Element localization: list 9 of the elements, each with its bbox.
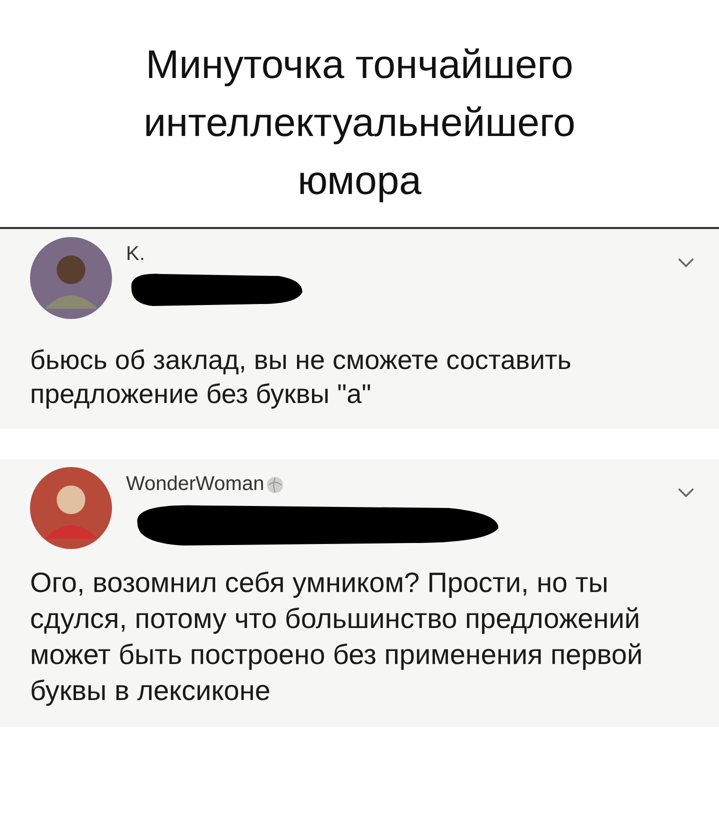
post-text: бьюсь об заклад, вы не сможете составить предложение без буквы "а": [30, 344, 572, 411]
chevron-down-icon[interactable]: [677, 487, 695, 498]
chevron-down-icon[interactable]: [677, 257, 695, 268]
caption-title: Минуточка тончайшего интеллектуальнейшего юмора: [142, 42, 576, 205]
avatar[interactable]: [30, 467, 112, 549]
avatar[interactable]: [30, 237, 112, 319]
author-name[interactable]: WonderWoman: [126, 473, 264, 496]
author-name[interactable]: K.: [126, 243, 145, 266]
post-text: Ого, возомнил себя умником? Прости, но ты сдулся, потому что большинство предложений может быть построено без применения первой буквы в лексиконе: [30, 566, 644, 708]
